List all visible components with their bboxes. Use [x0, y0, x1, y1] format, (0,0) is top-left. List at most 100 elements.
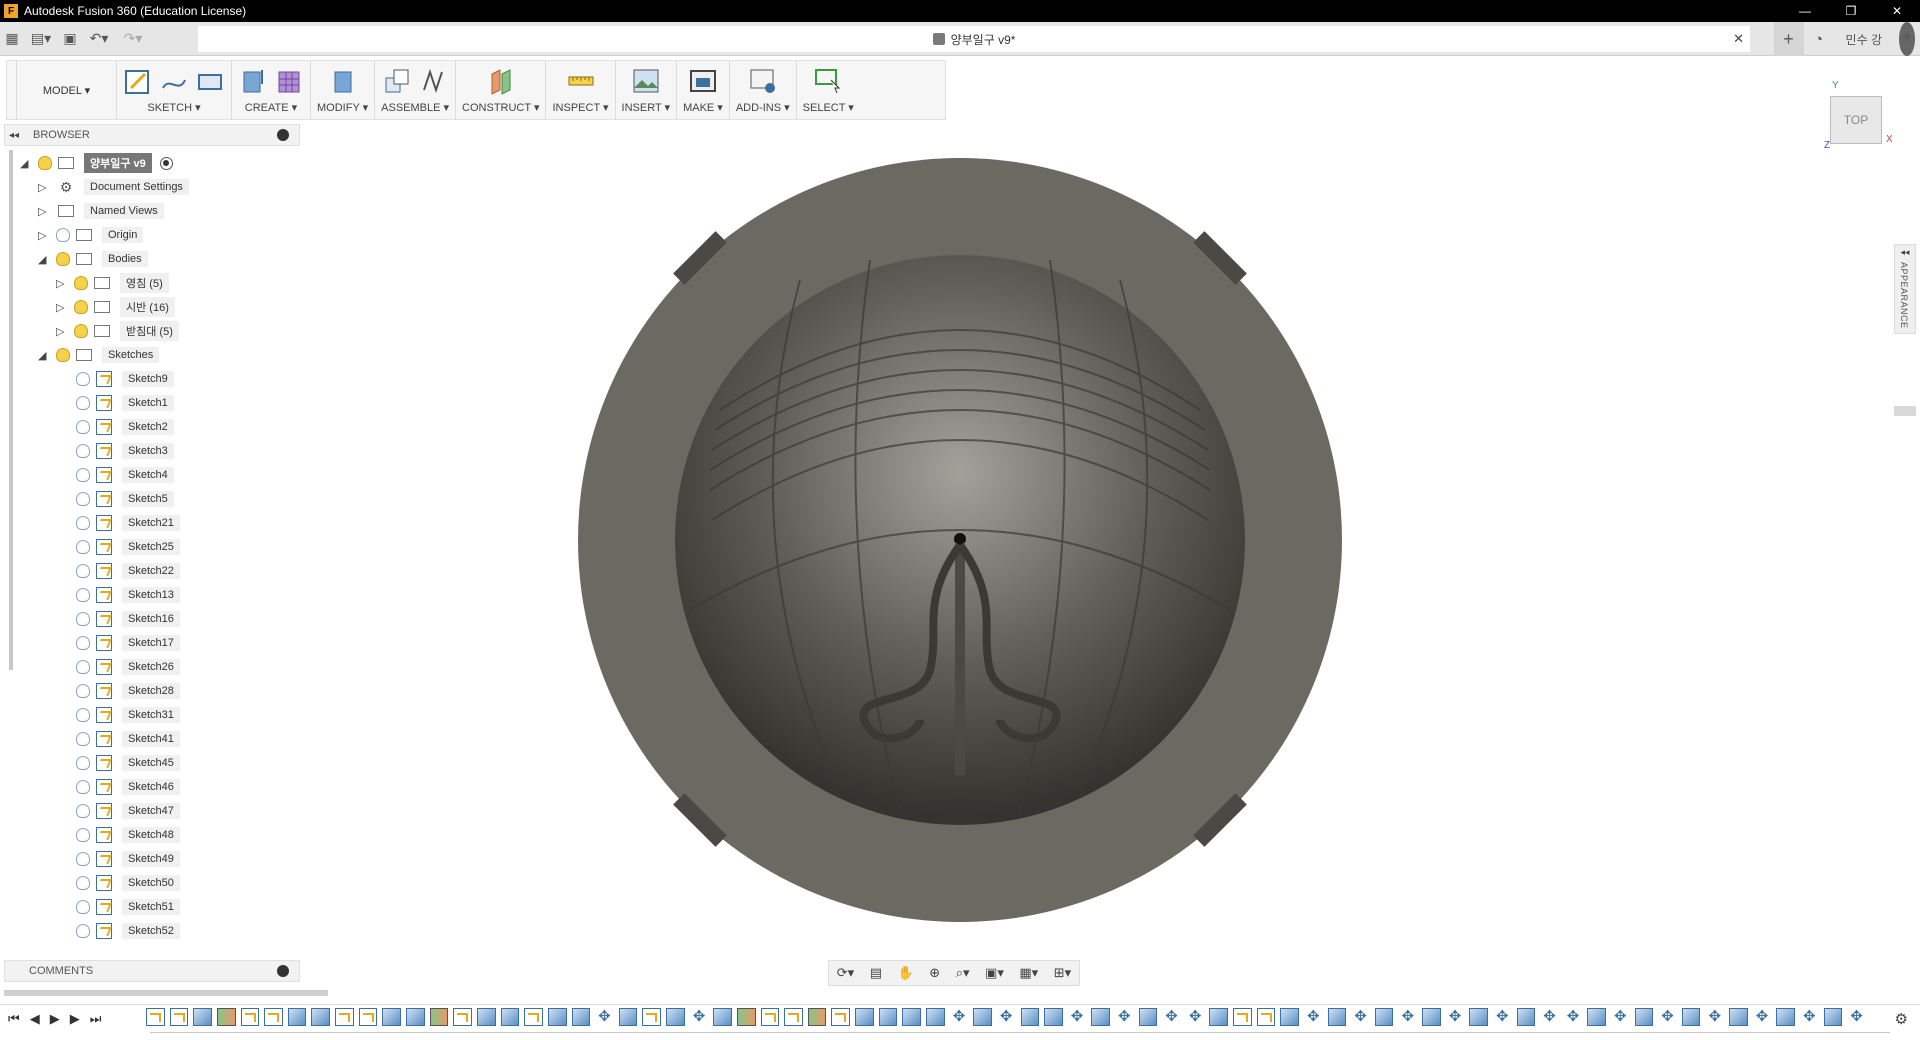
timeline-move-icon[interactable]: ✥ — [1398, 1008, 1417, 1026]
timeline-settings-icon[interactable]: ⚙ — [1895, 1010, 1908, 1028]
visibility-bulb-icon[interactable] — [76, 780, 90, 794]
visibility-bulb-icon[interactable] — [74, 324, 88, 338]
timeline-move-icon[interactable]: ✥ — [1115, 1008, 1134, 1026]
expand-triangle-icon[interactable]: ▷ — [56, 301, 70, 314]
tree-sketch-item[interactable]: Sketch4 — [72, 464, 174, 486]
appearance-panel-tab[interactable]: ◂◂ APPEARANCE — [1894, 244, 1916, 334]
tree-sketch-item[interactable]: Sketch45 — [72, 752, 180, 774]
visibility-bulb-icon[interactable] — [56, 348, 70, 362]
minimize-button[interactable]: — — [1782, 0, 1828, 22]
visibility-bulb-icon[interactable] — [76, 396, 90, 410]
tree-sketch-item[interactable]: Sketch13 — [72, 584, 180, 606]
view-cube-face[interactable]: TOP — [1830, 96, 1882, 144]
job-status-icon[interactable]: ◔ — [1804, 22, 1834, 56]
timeline-move-icon[interactable]: ✥ — [1351, 1008, 1370, 1026]
collapse-triangle-icon[interactable]: ◢ — [38, 349, 52, 362]
model-viewport[interactable] — [540, 150, 1360, 940]
timeline-extrude-icon[interactable] — [406, 1008, 425, 1026]
tree-sketch-item[interactable]: Sketch3 — [72, 440, 174, 462]
viewports-icon[interactable]: ⊞▾ — [1054, 965, 1071, 981]
timeline-extrude-icon[interactable] — [1776, 1008, 1795, 1026]
play-icon[interactable]: ▶ — [50, 1011, 60, 1027]
tree-body-3[interactable]: ▷ 받침대 (5) — [56, 320, 179, 342]
timeline-extrude-icon[interactable] — [1634, 1008, 1654, 1026]
timeline-extrude-icon[interactable] — [1823, 1008, 1843, 1026]
timeline-extrude-icon[interactable] — [902, 1008, 922, 1026]
timeline-sketch-icon[interactable] — [760, 1008, 780, 1026]
timeline-move-icon[interactable]: ✥ — [1705, 1008, 1724, 1026]
close-tab-icon[interactable]: ✕ — [1733, 31, 1744, 47]
visibility-bulb-icon[interactable] — [76, 924, 90, 938]
redo-icon[interactable]: ↷▾ — [116, 27, 150, 51]
timeline-extrude-icon[interactable] — [571, 1008, 591, 1026]
timeline-extrude-icon[interactable] — [1209, 1008, 1229, 1026]
app-grid-icon[interactable]: ▦ — [0, 27, 24, 51]
visibility-bulb-icon[interactable] — [56, 252, 70, 266]
form-icon[interactable] — [274, 66, 304, 96]
timeline-move-icon[interactable]: ✥ — [1847, 1008, 1866, 1026]
workspace-switcher[interactable]: MODEL ▾ — [17, 61, 117, 119]
timeline-extrude-icon[interactable] — [618, 1008, 638, 1026]
timeline-move-icon[interactable]: ✥ — [1162, 1008, 1181, 1026]
timeline-extrude-icon[interactable] — [547, 1008, 567, 1026]
tree-sketch-item[interactable]: Sketch21 — [72, 512, 180, 534]
create-group[interactable]: CREATE ▾ — [232, 61, 311, 119]
expand-triangle-icon[interactable]: ▷ — [56, 277, 70, 290]
timeline-extrude-icon[interactable] — [713, 1008, 732, 1026]
tree-sketch-item[interactable]: Sketch9 — [72, 368, 174, 390]
offset-plane-icon[interactable] — [486, 66, 516, 96]
visibility-bulb-icon[interactable] — [76, 660, 90, 674]
timeline-move-icon[interactable]: ✥ — [1753, 1008, 1772, 1026]
timeline-sketch-icon[interactable] — [240, 1008, 260, 1026]
tree-sketch-item[interactable]: Sketch16 — [72, 608, 180, 630]
timeline-extrude-icon[interactable] — [1587, 1008, 1607, 1026]
activate-radio-icon[interactable] — [159, 156, 173, 170]
user-account[interactable]: 민수 강 — [1834, 22, 1894, 56]
visibility-bulb-icon[interactable] — [74, 300, 88, 314]
timeline-extrude-icon[interactable] — [1422, 1008, 1441, 1026]
timeline-move-icon[interactable]: ✥ — [997, 1008, 1016, 1026]
tree-sketch-item[interactable]: Sketch50 — [72, 872, 180, 894]
view-cube[interactable]: Y TOP X Z — [1824, 80, 1894, 151]
go-to-start-icon[interactable]: ⏮ — [8, 1011, 20, 1027]
timeline-move-icon[interactable]: ✥ — [1611, 1008, 1630, 1026]
tree-sketch-item[interactable]: Sketch31 — [72, 704, 180, 726]
timeline-extrude-icon[interactable] — [382, 1008, 402, 1026]
timeline-extrude-icon[interactable] — [666, 1008, 685, 1026]
timeline-move-icon[interactable]: ✥ — [595, 1008, 614, 1026]
visibility-bulb-icon[interactable] — [76, 612, 90, 626]
tree-sketch-item[interactable]: Sketch46 — [72, 776, 180, 798]
modify-group[interactable]: MODIFY ▾ — [311, 61, 376, 119]
tree-origin[interactable]: ▷ Origin — [38, 224, 144, 246]
insert-image-icon[interactable] — [631, 66, 661, 96]
make-group[interactable]: MAKE ▾ — [677, 61, 730, 119]
tree-sketch-item[interactable]: Sketch17 — [72, 632, 180, 654]
grid-icon[interactable]: ▦▾ — [1019, 965, 1038, 981]
new-tab-button[interactable]: + — [1773, 22, 1804, 56]
new-component-icon[interactable] — [382, 66, 412, 96]
document-tab[interactable]: 양부일구 v9* ✕ — [198, 26, 1750, 52]
timeline-extrude-icon[interactable] — [855, 1008, 874, 1026]
close-window-button[interactable]: ✕ — [1874, 0, 1920, 22]
browser-options-icon[interactable] — [277, 129, 289, 141]
timeline-sketch-icon[interactable] — [524, 1008, 543, 1026]
sketch-group[interactable]: SKETCH ▾ — [117, 61, 232, 119]
expand-triangle-icon[interactable]: ▷ — [56, 325, 70, 338]
timeline-extrude-icon[interactable] — [1729, 1008, 1748, 1026]
browser-header[interactable]: ◂◂ BROWSER — [4, 124, 300, 146]
tree-sketch-item[interactable]: Sketch22 — [72, 560, 180, 582]
timeline-extrude-icon[interactable] — [193, 1008, 212, 1026]
display-settings-icon[interactable]: ▣▾ — [985, 965, 1004, 981]
tree-bodies[interactable]: ◢ Bodies — [38, 248, 148, 270]
timeline-sketch-icon[interactable] — [1256, 1008, 1276, 1026]
timeline-sketch-icon[interactable] — [264, 1008, 283, 1026]
expand-triangle-icon[interactable]: ▷ — [38, 205, 52, 218]
tree-root[interactable]: ◢ 양부일구 v9 — [20, 152, 173, 174]
tree-sketch-item[interactable]: Sketch49 — [72, 848, 180, 870]
timeline-sketch-icon[interactable] — [335, 1008, 354, 1026]
tree-sketch-item[interactable]: Sketch2 — [72, 416, 174, 438]
assemble-group[interactable]: ASSEMBLE ▾ — [375, 61, 457, 119]
timeline-move-icon[interactable]: ✥ — [1800, 1008, 1819, 1026]
press-pull-icon[interactable] — [328, 66, 358, 96]
timeline-extrude-icon[interactable] — [878, 1008, 898, 1026]
